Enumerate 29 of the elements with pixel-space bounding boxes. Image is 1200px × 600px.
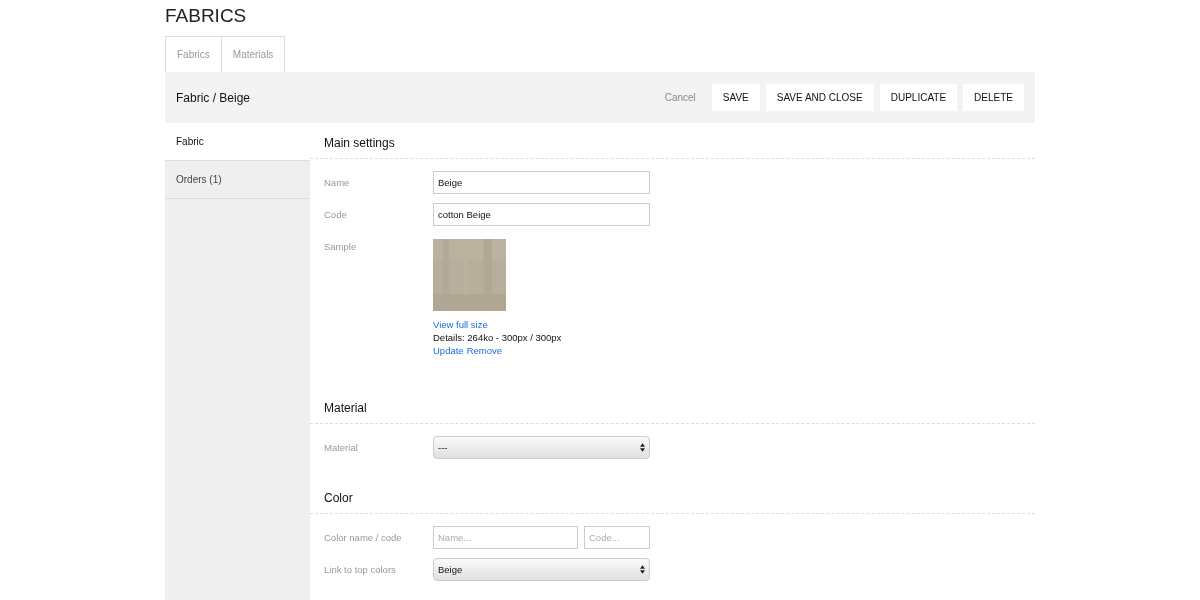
sidebar-item[interactable]: Orders (1)	[165, 161, 310, 199]
section-title: Color	[310, 478, 1035, 514]
breadcrumb: Fabric / Beige	[176, 90, 251, 105]
update-link[interactable]: Update	[433, 344, 464, 357]
field-label: Link to top colors	[324, 563, 397, 575]
color-name-field[interactable]: Name...	[433, 526, 578, 549]
field-label: Name	[324, 176, 351, 188]
select-dropdown[interactable]: ---	[433, 436, 650, 459]
image-details: Details: 264ko - 300px / 300px	[433, 331, 562, 344]
sidebar-item[interactable]: Fabric	[165, 123, 310, 161]
action-button[interactable]: DELETE	[963, 84, 1024, 111]
field-label: Material	[324, 441, 359, 453]
remove-link[interactable]: Remove	[466, 344, 502, 357]
action-button[interactable]: SAVE	[711, 84, 760, 111]
up-down-arrows-icon	[640, 565, 645, 574]
text-field[interactable]: cotton Beige	[433, 203, 650, 226]
up-down-arrows-icon	[640, 443, 645, 452]
color-code-field[interactable]: Code...	[584, 526, 650, 549]
view-full-size-link[interactable]: View full size	[433, 318, 562, 331]
text-field[interactable]: Beige	[433, 171, 650, 194]
field-label: Sample	[324, 240, 358, 252]
field-label: Color name / code	[324, 531, 403, 543]
action-button[interactable]: DUPLICATE	[879, 84, 958, 111]
select-dropdown[interactable]: Beige	[433, 558, 650, 581]
section-title: Material	[310, 388, 1035, 424]
page-title: FABRICS	[165, 4, 248, 28]
action-button[interactable]: SAVE AND CLOSE	[765, 84, 874, 111]
section-title: Main settings	[310, 123, 1035, 159]
field-label: Code	[324, 208, 348, 220]
